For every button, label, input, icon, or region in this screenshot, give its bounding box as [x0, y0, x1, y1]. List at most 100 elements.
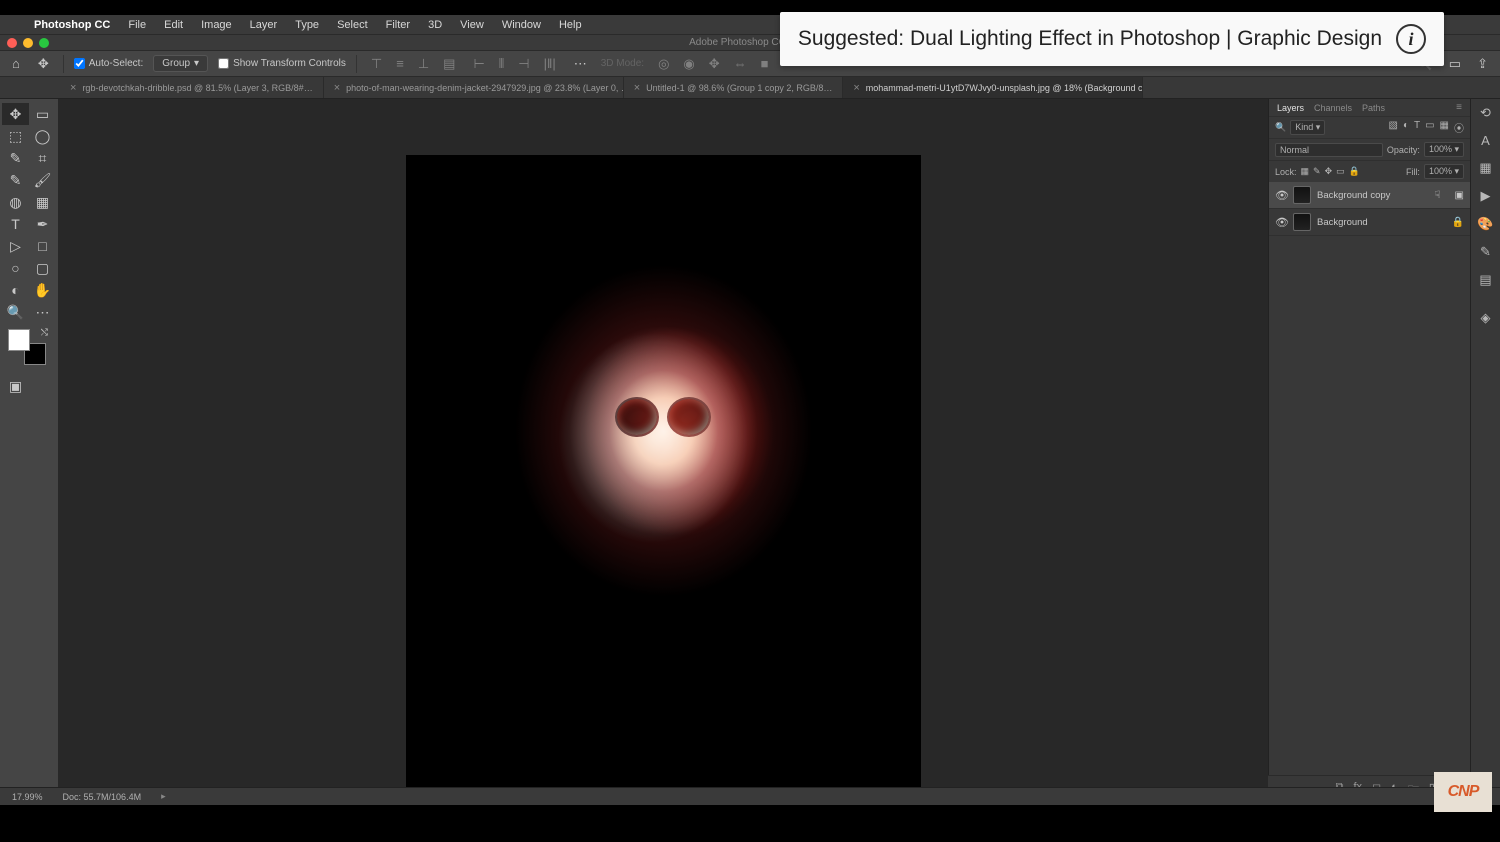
doc-size[interactable]: Doc: 55.7M/106.4M: [63, 792, 142, 802]
pen-tool[interactable]: ✒: [29, 213, 56, 235]
document-tab-4[interactable]: × mohammad-metri-U1ytD7WJvy0-unsplash.jp…: [843, 77, 1143, 98]
blend-mode-dropdown[interactable]: Normal: [1275, 143, 1383, 157]
opacity-value[interactable]: 100% ▾: [1424, 142, 1464, 157]
zoom-window-button[interactable]: [39, 38, 49, 48]
layer-thumbnail[interactable]: [1293, 186, 1311, 204]
layer-row-selected[interactable]: 👁 Background copy ☟ ▣: [1269, 182, 1470, 209]
character-icon[interactable]: A: [1481, 133, 1490, 148]
lock-transparency-icon[interactable]: ▦: [1301, 166, 1310, 177]
rectangle-tool[interactable]: □: [29, 235, 56, 257]
show-transform-checkbox[interactable]: Show Transform Controls: [218, 58, 346, 69]
close-tab-icon[interactable]: ×: [634, 82, 640, 94]
quick-select-tool[interactable]: ✎: [2, 147, 29, 169]
auto-select-dropdown[interactable]: Group ▾: [153, 55, 208, 72]
layer-thumbnail[interactable]: [1293, 213, 1311, 231]
history-icon[interactable]: ⟲: [1480, 105, 1491, 121]
menu-view[interactable]: View: [452, 19, 492, 31]
visibility-toggle-icon[interactable]: 👁: [1275, 189, 1287, 202]
crop-tool[interactable]: ⌗: [29, 147, 56, 169]
fill-value[interactable]: 100% ▾: [1424, 164, 1464, 179]
minimize-window-button[interactable]: [23, 38, 33, 48]
show-transform-input[interactable]: [218, 58, 229, 69]
menu-file[interactable]: File: [120, 19, 154, 31]
document-tab-3[interactable]: × Untitled-1 @ 98.6% (Group 1 copy 2, RG…: [624, 77, 844, 98]
filter-shape-icon[interactable]: ▭: [1425, 120, 1434, 135]
workspace-icon[interactable]: ▭: [1445, 54, 1465, 74]
share-icon[interactable]: ⇪: [1473, 54, 1492, 74]
app-name[interactable]: Photoshop CC: [26, 19, 118, 31]
status-chevron-icon[interactable]: ▸: [161, 791, 166, 802]
document-tab-2[interactable]: × photo-of-man-wearing-denim-jacket-2947…: [324, 77, 624, 98]
layer-row[interactable]: 👁 Background 🔒: [1269, 209, 1470, 236]
dodge-tool[interactable]: ◐: [2, 279, 29, 301]
menu-help[interactable]: Help: [551, 19, 590, 31]
menu-select[interactable]: Select: [329, 19, 376, 31]
panel-menu-icon[interactable]: ≡: [1456, 102, 1462, 113]
tab-layers[interactable]: Layers: [1277, 103, 1304, 113]
document-canvas[interactable]: [406, 155, 921, 805]
swap-colors-icon[interactable]: ⤭: [41, 327, 48, 338]
quick-mask-tool[interactable]: ▣: [2, 375, 29, 397]
filter-smart-icon[interactable]: ▦: [1440, 120, 1449, 135]
gradient-tool[interactable]: ▦: [29, 191, 56, 213]
properties-icon[interactable]: ▤: [1479, 272, 1491, 288]
zoom-level[interactable]: 17.99%: [12, 792, 43, 802]
zoom-tool[interactable]: 🔍: [2, 301, 29, 323]
hand-tool[interactable]: ✋: [29, 279, 56, 301]
color-swatches[interactable]: ⤭: [8, 329, 46, 365]
align-top-icon[interactable]: ⊤: [367, 54, 386, 74]
foreground-color-swatch[interactable]: [8, 329, 30, 351]
type-tool[interactable]: T: [2, 213, 29, 235]
tab-paths[interactable]: Paths: [1362, 103, 1385, 113]
filter-toggle-icon[interactable]: ⦿: [1454, 120, 1464, 135]
lock-position-icon[interactable]: ✥: [1325, 166, 1333, 177]
visibility-toggle-icon[interactable]: 👁: [1275, 216, 1287, 229]
home-icon[interactable]: ⌂: [8, 54, 24, 73]
artboard-tool[interactable]: ▭: [29, 103, 56, 125]
align-stretch-icon[interactable]: ▤: [439, 54, 459, 74]
eyedropper-tool[interactable]: ✎: [2, 169, 29, 191]
healing-tool[interactable]: ◍: [2, 191, 29, 213]
lock-all-icon[interactable]: 🔒: [1349, 166, 1360, 177]
filter-type-icon[interactable]: T: [1414, 120, 1420, 135]
align-left-icon[interactable]: ⊢: [469, 54, 488, 74]
menu-filter[interactable]: Filter: [378, 19, 418, 31]
layer-name[interactable]: Background: [1317, 217, 1368, 228]
edit-toolbar[interactable]: ⋯: [29, 301, 56, 323]
align-center-icon[interactable]: ⫴: [495, 54, 508, 74]
move-tool-icon[interactable]: ✥: [34, 54, 53, 74]
menu-layer[interactable]: Layer: [242, 19, 286, 31]
brush-tool[interactable]: 🖌: [29, 169, 56, 191]
more-options-icon[interactable]: ⋯: [570, 54, 591, 74]
swatches-icon[interactable]: ▦: [1479, 160, 1491, 176]
layer-name[interactable]: Background copy: [1317, 190, 1390, 201]
align-middle-icon[interactable]: ≡: [392, 54, 408, 74]
actions-icon[interactable]: ▶: [1481, 188, 1491, 204]
document-tab-1[interactable]: × rgb-devotchkah-dribble.psd @ 81.5% (La…: [60, 77, 324, 98]
canvas-area[interactable]: [58, 99, 1268, 805]
brush-settings-icon[interactable]: ✎: [1480, 244, 1491, 260]
close-tab-icon[interactable]: ×: [70, 82, 76, 94]
auto-select-input[interactable]: [74, 58, 85, 69]
auto-select-checkbox[interactable]: Auto-Select:: [74, 58, 143, 69]
align-bottom-icon[interactable]: ⊥: [414, 54, 433, 74]
menu-edit[interactable]: Edit: [156, 19, 191, 31]
marquee-tool[interactable]: ⬚: [2, 125, 29, 147]
rounded-rect-tool[interactable]: ▢: [29, 257, 56, 279]
layers-icon[interactable]: ◈: [1481, 310, 1491, 326]
close-tab-icon[interactable]: ×: [853, 82, 859, 94]
color-icon[interactable]: 🎨: [1477, 216, 1493, 232]
suggested-overlay[interactable]: Suggested: Dual Lighting Effect in Photo…: [780, 12, 1444, 66]
menu-image[interactable]: Image: [193, 19, 240, 31]
filter-pixel-icon[interactable]: ▧: [1388, 120, 1397, 135]
close-tab-icon[interactable]: ×: [334, 82, 340, 94]
path-select-tool[interactable]: ▷: [2, 235, 29, 257]
info-icon[interactable]: i: [1396, 24, 1426, 54]
ellipse-tool[interactable]: ○: [2, 257, 29, 279]
lock-brush-icon[interactable]: ✎: [1313, 166, 1321, 177]
menu-type[interactable]: Type: [287, 19, 327, 31]
close-window-button[interactable]: [7, 38, 17, 48]
lock-artboard-icon[interactable]: ▭: [1336, 166, 1345, 177]
distribute-h-icon[interactable]: |‖|: [540, 54, 560, 74]
lasso-tool[interactable]: ◯: [29, 125, 56, 147]
